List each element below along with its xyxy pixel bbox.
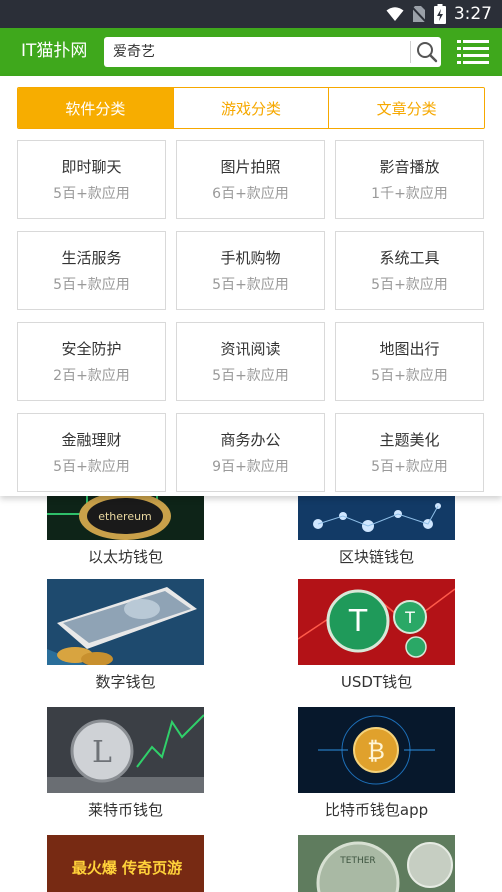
wallet-item-label: 莱特币钱包 [87, 801, 163, 819]
category-business-office[interactable]: 商务办公 9百+款应用 [176, 413, 325, 492]
menu-button[interactable] [457, 38, 489, 66]
usdt-thumbnail: T T [298, 579, 455, 665]
category-count: 1千+款应用 [371, 186, 448, 202]
category-count: 5百+款应用 [212, 277, 289, 293]
category-count: 5百+款应用 [53, 277, 130, 293]
category-name: 资讯阅读 [220, 340, 281, 358]
category-count: 6百+款应用 [212, 186, 289, 202]
category-finance[interactable]: 金融理财 5百+款应用 [17, 413, 166, 492]
wallet-item-tether[interactable]: TETHER [298, 835, 455, 892]
wallet-item-label: 数字钱包 [95, 673, 156, 691]
category-count: 5百+款应用 [371, 459, 448, 475]
wallet-item-litecoin[interactable]: L 莱特币钱包 [47, 707, 204, 820]
search-input[interactable] [104, 37, 404, 67]
wallet-item-blockchain[interactable]: 区块链钱包 [298, 496, 455, 567]
wallet-item-usdt[interactable]: T T USDT钱包 [298, 579, 455, 692]
category-count: 5百+款应用 [371, 277, 448, 293]
category-name: 手机购物 [220, 249, 281, 267]
tab-software[interactable]: 软件分类 [18, 88, 174, 128]
tether-thumbnail: TETHER [298, 835, 455, 892]
category-grid: 即时聊天 5百+款应用 图片拍照 6百+款应用 影音播放 1千+款应用 生活服务… [17, 140, 485, 492]
category-name: 主题美化 [379, 431, 440, 449]
category-maps-travel[interactable]: 地图出行 5百+款应用 [335, 322, 484, 401]
search-button[interactable] [414, 40, 440, 64]
menu-list-icon [457, 40, 489, 64]
battery-icon [433, 4, 446, 24]
category-photo[interactable]: 图片拍照 6百+款应用 [176, 140, 325, 219]
svg-text:T: T [348, 604, 368, 639]
category-life-service[interactable]: 生活服务 5百+款应用 [17, 231, 166, 310]
wallet-item-label: 以太坊钱包 [87, 548, 163, 566]
category-name: 商务办公 [220, 431, 281, 449]
category-count: 5百+款应用 [53, 186, 130, 202]
game-thumbnail: 最火爆 传奇页游 [47, 835, 204, 892]
svg-text:₿: ₿ [367, 737, 385, 765]
search-icon [417, 42, 438, 63]
wallet-item-game[interactable]: 最火爆 传奇页游 [47, 835, 204, 892]
tab-articles[interactable]: 文章分类 [329, 88, 484, 128]
category-name: 生活服务 [61, 249, 122, 267]
svg-text:最火爆 传奇页游: 最火爆 传奇页游 [72, 859, 182, 877]
category-name: 地图出行 [379, 340, 440, 358]
category-themes[interactable]: 主题美化 5百+款应用 [335, 413, 484, 492]
wallet-item-bitcoin[interactable]: ₿ 比特币钱包app [298, 707, 455, 820]
tab-games[interactable]: 游戏分类 [173, 88, 330, 128]
wallet-item-label: 比特币钱包app [324, 801, 429, 819]
search-box [104, 37, 441, 67]
category-name: 图片拍照 [220, 158, 281, 176]
wifi-icon [386, 7, 404, 21]
category-name: 影音播放 [379, 158, 440, 176]
ethereum-thumbnail: ethereum [47, 496, 204, 540]
category-name: 系统工具 [379, 249, 440, 267]
wallet-item-label: USDT钱包 [340, 673, 413, 691]
svg-text:T: T [404, 608, 415, 627]
category-instant-chat[interactable]: 即时聊天 5百+款应用 [17, 140, 166, 219]
status-bar: 3:27 [0, 0, 502, 28]
wallet-item-label: 区块链钱包 [338, 548, 414, 566]
category-system-tools[interactable]: 系统工具 5百+款应用 [335, 231, 484, 310]
category-panel: 软件分类 游戏分类 文章分类 即时聊天 5百+款应用 图片拍照 6百+款应用 影… [0, 76, 502, 496]
wallet-item-ethereum[interactable]: ethereum 以太坊钱包 [47, 496, 204, 567]
brand-logo[interactable]: IT猫扑网 [21, 40, 87, 62]
search-divider [410, 41, 411, 63]
bitcoin-thumbnail: ₿ [298, 707, 455, 793]
wallet-item-digital[interactable]: 数字钱包 [47, 579, 204, 692]
category-count: 5百+款应用 [212, 368, 289, 384]
litecoin-thumbnail: L [47, 707, 204, 793]
svg-text:L: L [92, 735, 112, 770]
wallet-list: ethereum 以太坊钱包 区块链钱包 数字钱包 T T USDT钱包 L 莱… [0, 496, 502, 892]
category-tabs: 软件分类 游戏分类 文章分类 [17, 87, 485, 129]
category-count: 2百+款应用 [53, 368, 130, 384]
digital-wallet-thumbnail [47, 579, 204, 665]
category-name: 安全防护 [61, 340, 122, 358]
status-time: 3:27 [453, 4, 492, 24]
category-shopping[interactable]: 手机购物 5百+款应用 [176, 231, 325, 310]
category-media-player[interactable]: 影音播放 1千+款应用 [335, 140, 484, 219]
category-count: 5百+款应用 [53, 459, 130, 475]
category-security[interactable]: 安全防护 2百+款应用 [17, 322, 166, 401]
category-name: 即时聊天 [61, 158, 122, 176]
svg-text:ethereum: ethereum [98, 510, 152, 523]
category-news-reading[interactable]: 资讯阅读 5百+款应用 [176, 322, 325, 401]
svg-text:TETHER: TETHER [339, 856, 375, 866]
category-name: 金融理财 [61, 431, 122, 449]
category-count: 5百+款应用 [371, 368, 448, 384]
category-count: 9百+款应用 [212, 459, 289, 475]
app-header: IT猫扑网 [0, 28, 502, 76]
blockchain-thumbnail [298, 496, 455, 540]
no-sim-icon [411, 6, 426, 23]
